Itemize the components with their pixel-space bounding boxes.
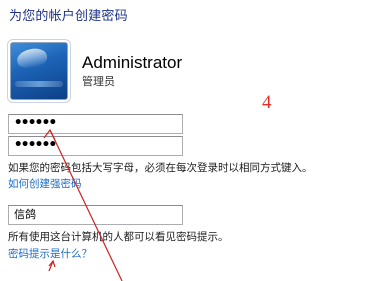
annotation-arrows [43,128,123,281]
annotation-arrow-line [49,129,123,281]
annotation-arrow-head [43,128,56,141]
